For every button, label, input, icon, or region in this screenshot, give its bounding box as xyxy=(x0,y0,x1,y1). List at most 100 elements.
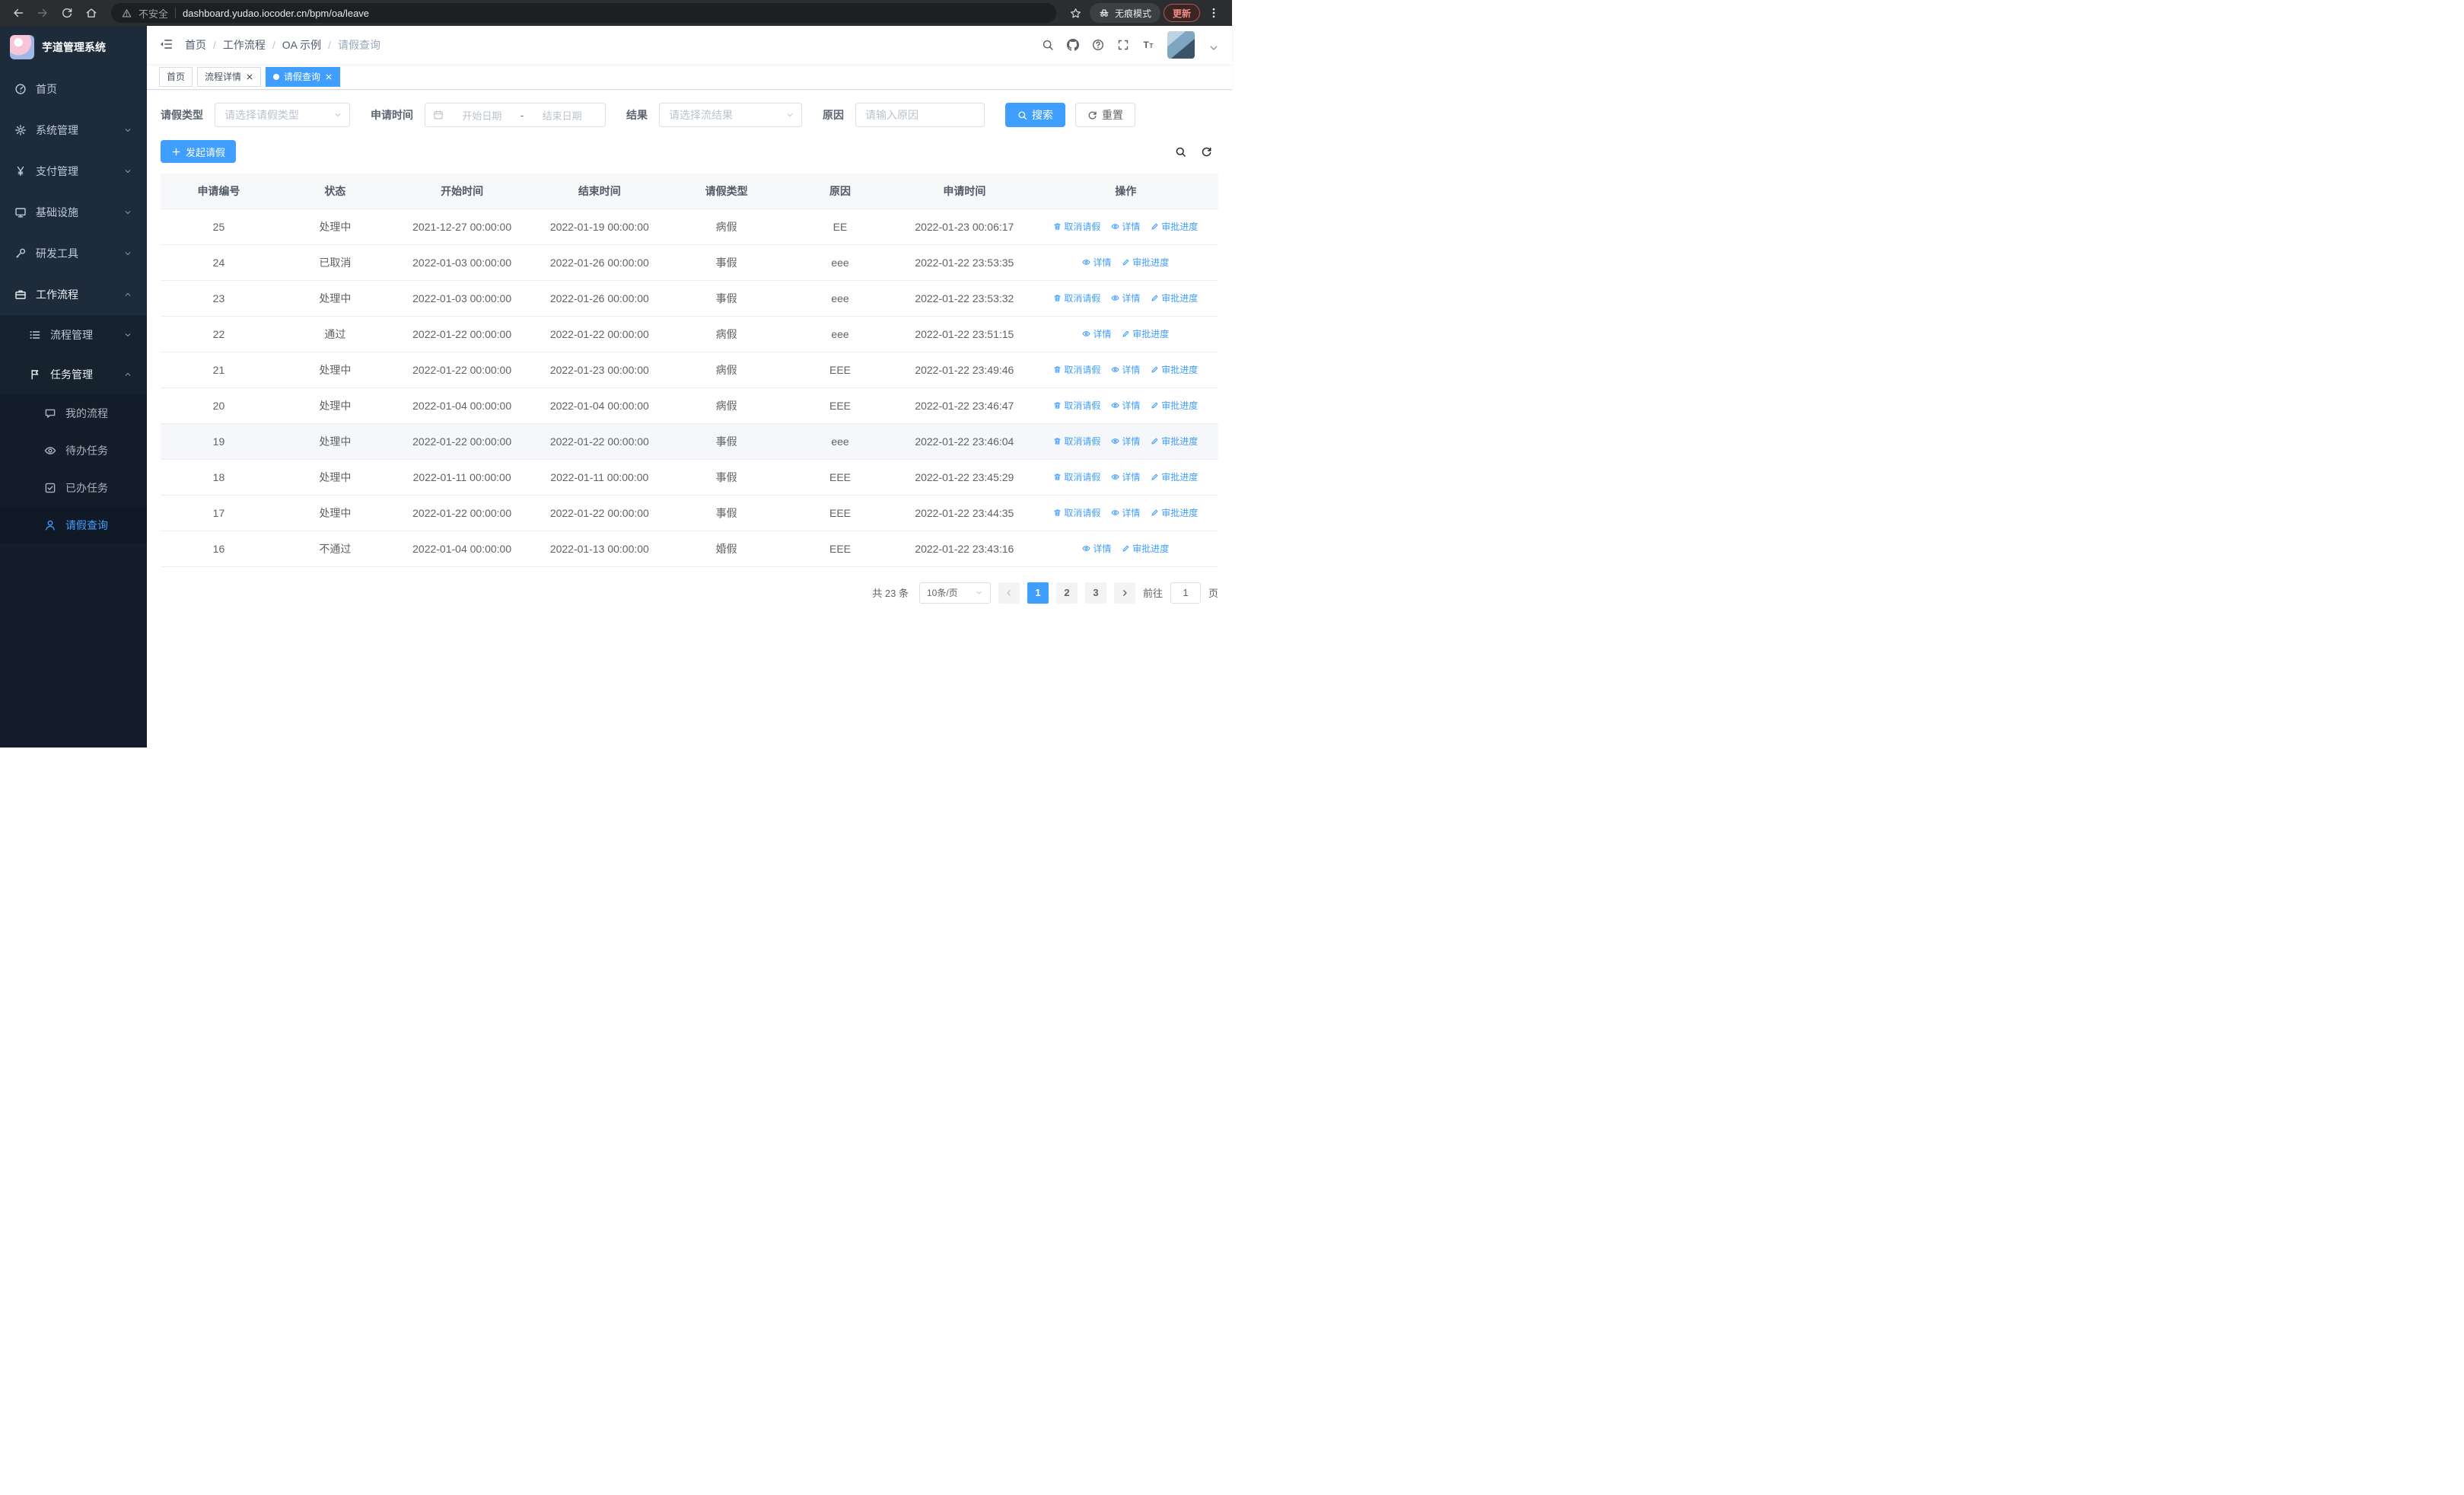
create-leave-button[interactable]: 发起请假 xyxy=(161,140,237,163)
close-icon[interactable] xyxy=(246,73,253,81)
cancel-leave-link[interactable]: 取消请假 xyxy=(1053,292,1100,304)
progress-link[interactable]: 审批进度 xyxy=(1151,363,1198,376)
prev-page-button[interactable] xyxy=(998,582,1020,604)
sidebar-item-system[interactable]: 系统管理 xyxy=(0,110,147,151)
browser-home-button[interactable] xyxy=(81,2,102,24)
detail-link[interactable]: 详情 xyxy=(1082,256,1111,269)
search-icon xyxy=(1017,110,1027,120)
detail-link[interactable]: 详情 xyxy=(1111,399,1140,412)
detail-link[interactable]: 详情 xyxy=(1111,435,1140,448)
cancel-leave-link[interactable]: 取消请假 xyxy=(1053,399,1100,412)
page-button-3[interactable]: 3 xyxy=(1084,582,1106,604)
browser-forward-button[interactable] xyxy=(32,2,53,24)
app-title: 芋道管理系统 xyxy=(42,41,106,53)
search-icon xyxy=(1042,39,1054,51)
next-page-button[interactable] xyxy=(1113,582,1135,604)
cancel-leave-link[interactable]: 取消请假 xyxy=(1053,220,1100,233)
address-divider xyxy=(175,8,177,18)
sidebar-item-payment[interactable]: 支付管理 xyxy=(0,151,147,192)
trash-icon xyxy=(1053,437,1062,445)
page-size-select[interactable]: 10条/页 xyxy=(918,582,991,604)
sidebar-item-todo-tasks[interactable]: 待办任务 xyxy=(0,432,147,469)
cancel-leave-link[interactable]: 取消请假 xyxy=(1053,435,1100,448)
breadcrumb-separator: / xyxy=(272,39,275,51)
list-icon xyxy=(29,329,41,341)
sidebar-item-leave-query[interactable]: 请假查询 xyxy=(0,506,147,543)
monitor-icon xyxy=(14,206,27,218)
apply-time-range-picker[interactable]: 开始日期 - 结束日期 xyxy=(425,103,606,127)
col-apply-id: 申请编号 xyxy=(161,174,277,209)
sidebar-item-process-management[interactable]: 流程管理 xyxy=(0,315,147,355)
header-search-button[interactable] xyxy=(1042,39,1054,51)
toggle-search-button[interactable] xyxy=(1175,146,1186,158)
goto-page-input[interactable] xyxy=(1170,582,1201,604)
close-icon[interactable] xyxy=(325,73,333,81)
fullscreen-button[interactable] xyxy=(1117,39,1129,51)
sidebar-item-workflow[interactable]: 工作流程 xyxy=(0,274,147,315)
chat-icon xyxy=(44,407,56,419)
help-button[interactable] xyxy=(1092,39,1104,51)
dashboard-icon xyxy=(14,83,27,95)
github-button[interactable] xyxy=(1067,39,1079,51)
breadcrumb-home[interactable]: 首页 xyxy=(185,37,206,53)
progress-link[interactable]: 审批进度 xyxy=(1122,542,1169,555)
tab-process-detail[interactable]: 流程详情 xyxy=(197,66,262,87)
flag-icon xyxy=(29,368,41,381)
font-size-icon xyxy=(1142,39,1154,51)
reset-button[interactable]: 重置 xyxy=(1075,103,1135,127)
progress-link[interactable]: 审批进度 xyxy=(1151,220,1198,233)
collapse-sidebar-button[interactable] xyxy=(159,37,173,53)
sidebar-item-infrastructure[interactable]: 基础设施 xyxy=(0,192,147,233)
page-button-2[interactable]: 2 xyxy=(1055,582,1078,604)
detail-link[interactable]: 详情 xyxy=(1111,292,1140,304)
table-row: 16 不通过 2022-01-04 00:00:00 2022-01-13 00… xyxy=(161,531,1218,567)
app-logo[interactable]: 芋道管理系统 xyxy=(0,26,147,69)
sidebar-item-task-management[interactable]: 任务管理 xyxy=(0,355,147,394)
sidebar-item-done-tasks[interactable]: 已办任务 xyxy=(0,469,147,506)
reason-input[interactable] xyxy=(855,103,985,127)
progress-link[interactable]: 审批进度 xyxy=(1151,292,1198,304)
detail-link[interactable]: 详情 xyxy=(1111,506,1140,519)
sidebar-item-my-process[interactable]: 我的流程 xyxy=(0,394,147,432)
page-button-1[interactable]: 1 xyxy=(1027,582,1049,604)
browser-menu-button[interactable] xyxy=(1203,2,1224,24)
browser-reload-button[interactable] xyxy=(56,2,78,24)
detail-link[interactable]: 详情 xyxy=(1111,470,1140,483)
logo-image xyxy=(10,35,34,59)
cancel-leave-link[interactable]: 取消请假 xyxy=(1053,470,1100,483)
sidebar-item-devtools[interactable]: 研发工具 xyxy=(0,233,147,274)
user-avatar[interactable] xyxy=(1167,31,1195,59)
tab-leave-query[interactable]: 请假查询 xyxy=(266,66,341,87)
result-select[interactable]: 请选择流结果 xyxy=(659,103,802,127)
table-row: 19 处理中 2022-01-22 00:00:00 2022-01-22 00… xyxy=(161,423,1218,460)
col-leave-type: 请假类型 xyxy=(668,174,785,209)
detail-link[interactable]: 详情 xyxy=(1111,220,1140,233)
sidebar-filler xyxy=(0,543,147,748)
progress-link[interactable]: 审批进度 xyxy=(1122,256,1169,269)
goto-label: 前往 xyxy=(1142,588,1163,599)
detail-link[interactable]: 详情 xyxy=(1111,363,1140,376)
progress-link[interactable]: 审批进度 xyxy=(1151,399,1198,412)
font-size-button[interactable] xyxy=(1142,39,1154,51)
search-button[interactable]: 搜索 xyxy=(1005,103,1065,127)
progress-link[interactable]: 审批进度 xyxy=(1122,327,1169,340)
gear-icon xyxy=(14,124,27,136)
detail-link[interactable]: 详情 xyxy=(1082,327,1111,340)
progress-link[interactable]: 审批进度 xyxy=(1151,506,1198,519)
sidebar-menu: 首页 系统管理 支付管理 基础设施 研发工具 工作流程 流程管理 任务管理 我的… xyxy=(0,69,147,543)
detail-link[interactable]: 详情 xyxy=(1082,542,1111,555)
progress-link[interactable]: 审批进度 xyxy=(1151,470,1198,483)
address-bar[interactable]: 不安全 dashboard.yudao.iocoder.cn/bpm/oa/le… xyxy=(111,3,1056,23)
cancel-leave-link[interactable]: 取消请假 xyxy=(1053,506,1100,519)
progress-link[interactable]: 审批进度 xyxy=(1151,435,1198,448)
browser-update-button[interactable]: 更新 xyxy=(1163,4,1200,22)
bookmark-star-button[interactable] xyxy=(1065,2,1087,24)
leave-type-select[interactable]: 请选择请假类型 xyxy=(215,103,350,127)
tab-home[interactable]: 首页 xyxy=(159,66,193,87)
refresh-table-button[interactable] xyxy=(1201,146,1212,158)
browser-back-button[interactable] xyxy=(8,2,29,24)
cancel-leave-link[interactable]: 取消请假 xyxy=(1053,363,1100,376)
sidebar-item-home[interactable]: 首页 xyxy=(0,69,147,110)
breadcrumb-workflow: 工作流程 xyxy=(222,39,266,51)
trash-icon xyxy=(1053,222,1062,231)
